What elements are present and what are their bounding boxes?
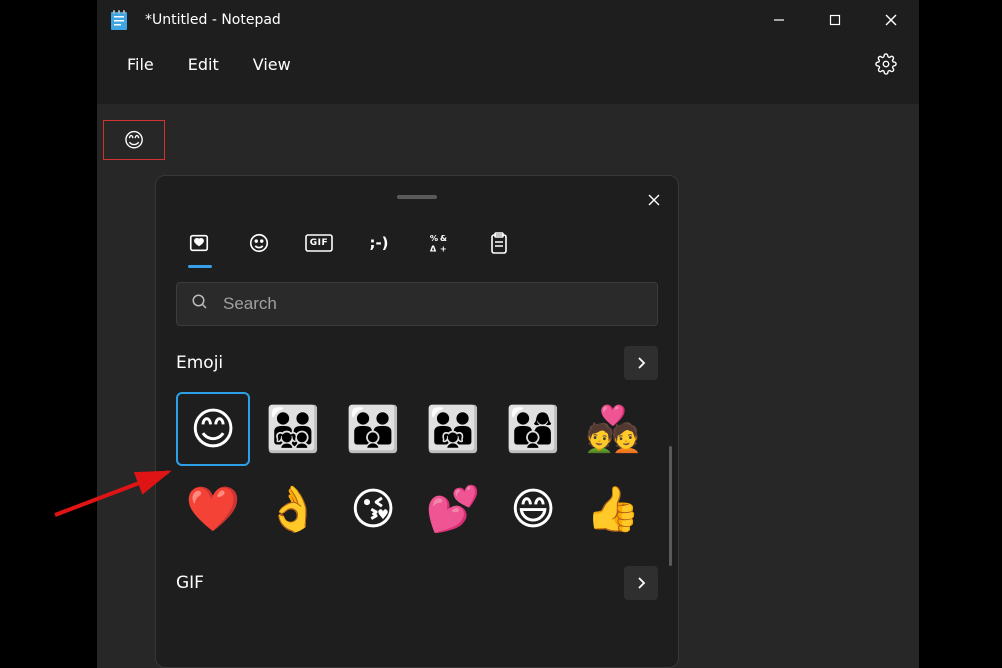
search-box[interactable] — [176, 282, 658, 326]
tab-symbols[interactable]: % & Δ + — [418, 222, 460, 264]
emoji-cell[interactable]: 😊 — [176, 392, 250, 466]
emoji-cell[interactable]: 👨‍👨‍👧 — [416, 392, 490, 466]
gif-section-more-button[interactable] — [624, 566, 658, 600]
emoji-cell[interactable]: 👌 — [256, 472, 330, 546]
emoji-cell[interactable]: 👨‍👨‍👦 — [336, 392, 410, 466]
svg-text:+: + — [440, 243, 447, 253]
panel-header — [156, 176, 678, 218]
menu-edit[interactable]: Edit — [174, 49, 233, 80]
tab-gif[interactable]: GIF — [298, 222, 340, 264]
tab-emoji[interactable] — [238, 222, 280, 264]
gif-section-header: GIF — [176, 566, 658, 600]
menu-file[interactable]: File — [113, 49, 168, 80]
gif-section-title: GIF — [176, 573, 204, 593]
emoji-cell[interactable]: 😘 — [336, 472, 410, 546]
tab-clipboard[interactable] — [478, 222, 520, 264]
minimize-button[interactable] — [751, 0, 807, 40]
svg-text:%: % — [430, 233, 438, 243]
emoji-picker-panel: GIF ;-) % & Δ + — [155, 175, 679, 668]
window-controls — [751, 0, 919, 40]
tab-kaomoji[interactable]: ;-) — [358, 222, 400, 264]
kaomoji-label: ;-) — [369, 234, 388, 252]
search-row — [156, 266, 678, 332]
emoji-cell[interactable]: 💕 — [416, 472, 490, 546]
emoji-grid: 😊 👨‍👨‍👧‍👦 👨‍👨‍👦 👨‍👨‍👧 👨‍👩‍👦 💑 ❤️ 👌 😘 💕 😄… — [176, 392, 658, 546]
maximize-button[interactable] — [807, 0, 863, 40]
emoji-section-title: Emoji — [176, 353, 223, 373]
emoji-section-more-button[interactable] — [624, 346, 658, 380]
close-button[interactable] — [863, 0, 919, 40]
scrollbar[interactable] — [669, 446, 672, 566]
emoji-section-header: Emoji — [176, 346, 658, 380]
tab-recent[interactable] — [178, 222, 220, 264]
search-icon — [191, 293, 209, 315]
svg-text:Δ: Δ — [430, 243, 437, 253]
panel-close-button[interactable] — [638, 184, 670, 216]
emoji-section: Emoji 😊 👨‍👨‍👧‍👦 👨‍👨‍👦 👨‍👨‍👧 👨‍👩‍👦 💑 ❤️ 👌… — [156, 332, 678, 546]
search-input[interactable] — [223, 294, 643, 314]
notepad-icon — [111, 10, 127, 30]
emoji-cell[interactable]: 👨‍👨‍👧‍👦 — [256, 392, 330, 466]
menu-view[interactable]: View — [239, 49, 305, 80]
menubar: File Edit View — [97, 40, 919, 88]
gif-section: GIF — [156, 546, 678, 600]
inserted-emoji-highlight: 😊 — [103, 120, 165, 160]
panel-tabs: GIF ;-) % & Δ + — [156, 218, 678, 266]
titlebar: *Untitled - Notepad — [97, 0, 919, 40]
emoji-cell[interactable]: 👨‍👩‍👦 — [496, 392, 570, 466]
svg-text:&: & — [440, 233, 447, 243]
window-title: *Untitled - Notepad — [145, 12, 751, 28]
emoji-cell[interactable]: 😄 — [496, 472, 570, 546]
emoji-cell[interactable]: 💑 — [576, 392, 650, 466]
emoji-cell[interactable]: ❤️ — [176, 472, 250, 546]
gif-label: GIF — [310, 238, 328, 248]
drag-handle[interactable] — [397, 195, 437, 199]
emoji-cell[interactable]: 👍 — [576, 472, 650, 546]
settings-button[interactable] — [869, 47, 903, 81]
inserted-emoji: 😊 — [124, 128, 145, 152]
